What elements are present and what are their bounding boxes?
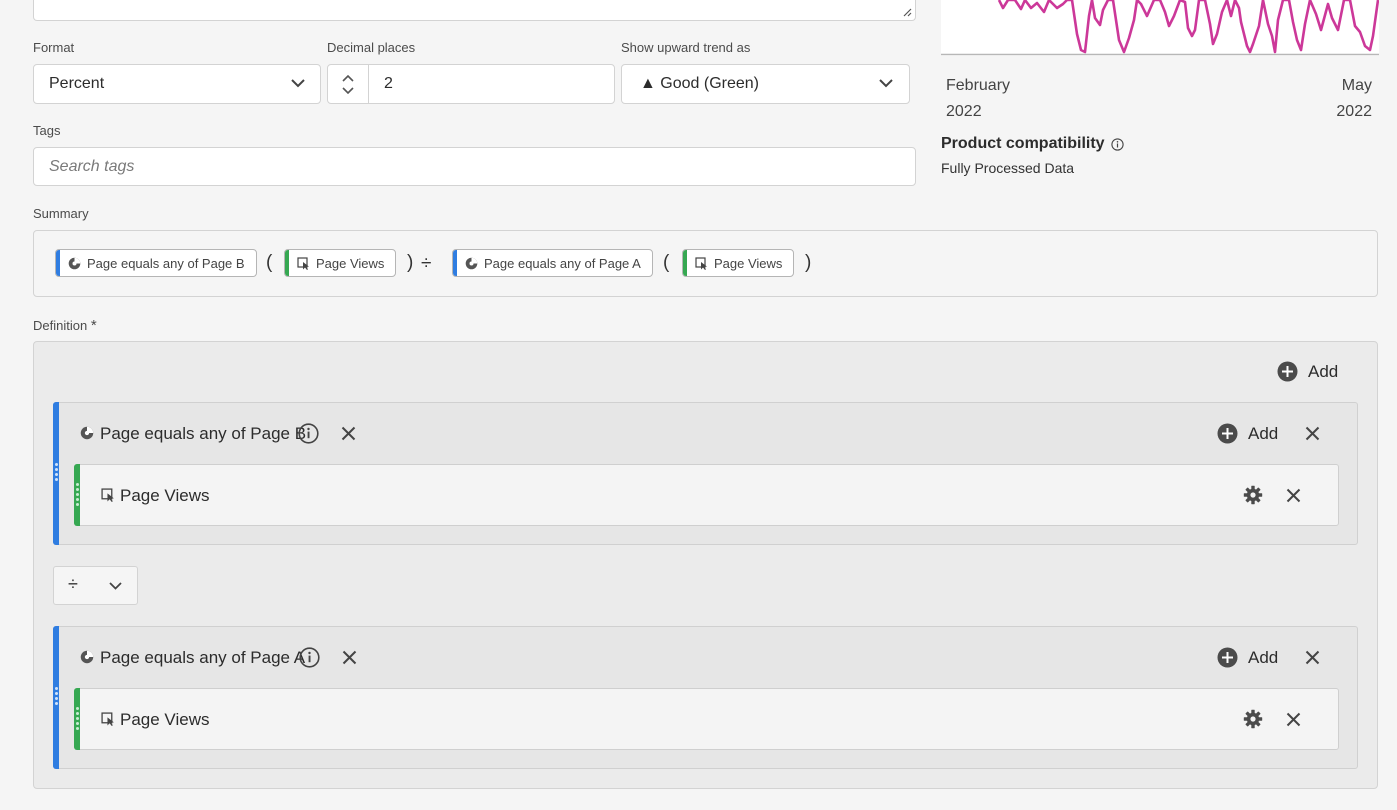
metric-icon [297, 256, 310, 270]
format-select[interactable]: Percent [33, 64, 321, 104]
stepper-buttons[interactable] [328, 65, 369, 103]
close-icon[interactable] [1286, 488, 1301, 503]
tags-search-input[interactable]: Search tags [33, 147, 916, 186]
segment-icon [80, 650, 94, 664]
operator-divide-symbol: ÷ [68, 574, 78, 594]
metric-icon [695, 256, 708, 270]
info-icon[interactable] [1110, 137, 1124, 151]
info-icon[interactable] [299, 647, 320, 668]
summary-chip-segment: Page equals any of Page A [452, 249, 653, 277]
tags-placeholder: Search tags [49, 157, 135, 175]
add-label: Add [1248, 423, 1279, 443]
description-textarea[interactable] [33, 0, 916, 21]
decimal-value: 2 [384, 75, 393, 92]
x-axis-end-year: 2022 [1336, 103, 1372, 120]
metric-row: Page Views [74, 688, 1339, 750]
trend-value: ▲ Good (Green) [640, 75, 759, 92]
trend-sparkline [941, 0, 1379, 56]
x-axis-end-month: May [1341, 77, 1372, 94]
add-label: Add [1248, 647, 1279, 667]
summary-chip-metric: Page Views [284, 249, 397, 277]
drag-handle[interactable] [55, 687, 58, 707]
summary-chip-metric: Page Views [682, 249, 795, 277]
summary-chip-label: Page Views [316, 255, 385, 271]
decimal-stepper[interactable]: 2 [327, 64, 615, 104]
x-axis-start-month: February [946, 77, 1011, 94]
close-icon[interactable] [1305, 650, 1320, 665]
metric-icon [101, 712, 115, 726]
drag-handle[interactable] [76, 707, 79, 732]
gear-icon[interactable] [1243, 485, 1263, 505]
close-icon[interactable] [1305, 426, 1320, 441]
summary-chip-label: Page equals any of Page B [87, 255, 245, 271]
summary-close-paren: ) [805, 252, 812, 273]
definition-label: Definition * [33, 317, 97, 334]
chevron-down-icon[interactable] [342, 86, 354, 94]
container-add-button[interactable]: Add [1217, 647, 1278, 668]
summary-chip-label: Page Views [714, 255, 783, 271]
close-icon[interactable] [342, 650, 357, 665]
add-circle-icon [1277, 361, 1298, 382]
trend-select[interactable]: ▲ Good (Green) [621, 64, 910, 104]
summary-open-paren: ( [266, 252, 273, 273]
segment-icon [80, 426, 94, 440]
info-icon[interactable] [298, 423, 319, 444]
drag-handle[interactable] [55, 463, 58, 483]
add-circle-icon [1217, 647, 1238, 668]
product-compatibility-title: Product compatibility [941, 135, 1105, 152]
chevron-down-icon [291, 79, 305, 88]
segment-container: Page equals any of Page A Add Page Views [53, 626, 1358, 769]
product-compatibility-value: Fully Processed Data [941, 160, 1075, 176]
resize-handle-icon[interactable] [902, 7, 912, 17]
metric-row: Page Views [74, 464, 1339, 526]
segment-container: Page equals any of Page B Add Page Views [53, 402, 1358, 545]
segment-title: Page equals any of Page A [100, 648, 306, 667]
summary-chip-segment: Page equals any of Page B [55, 249, 257, 277]
trend-preview-chart [941, 0, 1379, 56]
chevron-down-icon [109, 582, 122, 590]
close-icon[interactable] [341, 426, 356, 441]
segment-icon [465, 257, 478, 270]
gear-icon[interactable] [1243, 709, 1263, 729]
format-label: Format [33, 40, 75, 55]
close-icon[interactable] [1286, 712, 1301, 727]
format-value: Percent [49, 75, 105, 92]
trend-label: Show upward trend as [621, 40, 751, 55]
metric-icon [101, 488, 115, 502]
metric-title: Page Views [120, 486, 210, 505]
summary-open-paren: ( [663, 252, 670, 273]
summary-chip-label: Page equals any of Page A [484, 255, 641, 271]
definition-add-button[interactable]: Add [1277, 361, 1338, 382]
drag-handle[interactable] [76, 483, 79, 508]
add-circle-icon [1217, 423, 1238, 444]
decimal-label: Decimal places [327, 40, 416, 55]
summary-label: Summary [33, 206, 89, 221]
metric-title: Page Views [120, 710, 210, 729]
container-add-button[interactable]: Add [1217, 423, 1278, 444]
summary-divide-operator: ÷ [421, 253, 432, 274]
summary-close-paren: ) [407, 252, 414, 273]
segment-title: Page equals any of Page B [100, 424, 307, 443]
operator-dropdown[interactable]: ÷ [53, 566, 138, 605]
chevron-up-icon[interactable] [342, 74, 354, 82]
chevron-down-icon [879, 79, 893, 88]
segment-icon [68, 257, 81, 270]
x-axis-start-year: 2022 [946, 103, 982, 120]
add-label: Add [1308, 361, 1339, 381]
tags-label: Tags [33, 123, 61, 138]
